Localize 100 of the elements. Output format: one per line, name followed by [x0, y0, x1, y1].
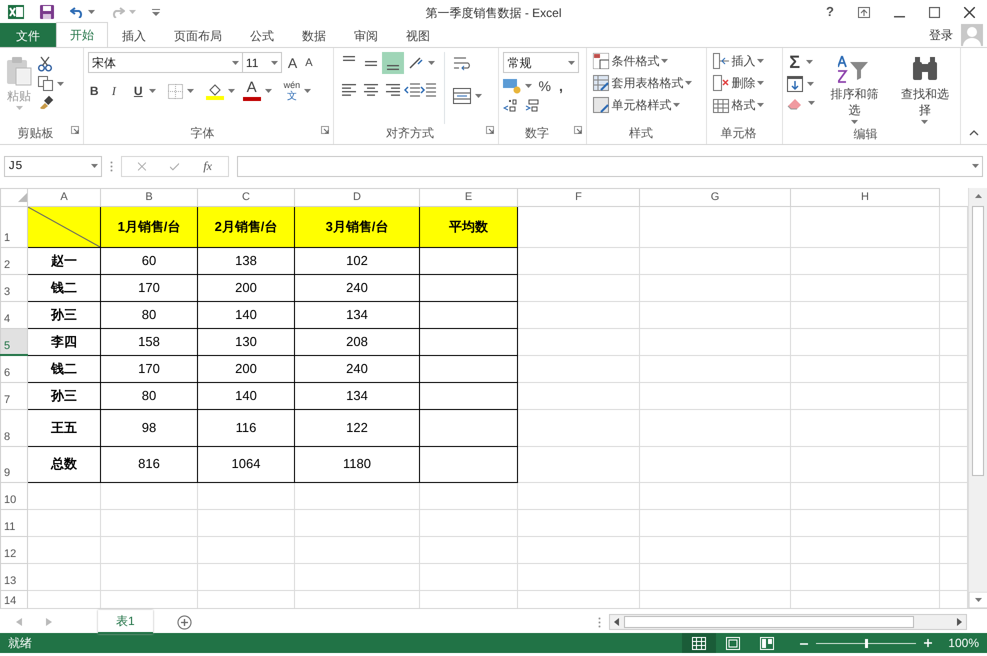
customize-toolbar-icon[interactable]: [152, 8, 160, 16]
copy-icon[interactable]: [38, 76, 53, 91]
row-header[interactable]: 4: [0, 301, 28, 328]
underline-button[interactable]: U: [132, 82, 145, 100]
bold-button[interactable]: B: [88, 82, 106, 100]
italic-button[interactable]: I: [110, 82, 128, 100]
column-header[interactable]: F: [518, 188, 640, 206]
column-header[interactable]: C: [198, 188, 294, 206]
ribbon-tab[interactable]: 文件: [0, 23, 56, 47]
autosum-button[interactable]: Σ: [787, 52, 802, 72]
decrease-indent-icon[interactable]: [404, 83, 420, 97]
fill-down-icon[interactable]: [787, 76, 804, 92]
ribbon-tab[interactable]: 开始: [56, 22, 108, 47]
column-header[interactable]: G: [640, 188, 790, 206]
fill-color-icon[interactable]: [206, 82, 224, 100]
insert-function-button[interactable]: fx: [203, 157, 212, 175]
increase-decimal-icon[interactable]: [503, 99, 518, 112]
styles-menu-button[interactable]: 套用表格格式: [591, 74, 702, 92]
collapse-ribbon-icon[interactable]: [969, 130, 979, 136]
ribbon-display-icon[interactable]: [858, 6, 870, 18]
sheet-tab[interactable]: 表1: [98, 610, 153, 634]
save-icon[interactable]: [40, 5, 54, 19]
dialog-launcher-icon[interactable]: [320, 126, 329, 134]
font-name-dropdown[interactable]: 宋体: [88, 52, 243, 73]
row-header[interactable]: 12: [0, 536, 28, 563]
sort-filter-button[interactable]: 排序和筛选: [823, 52, 886, 125]
name-box[interactable]: J5: [4, 156, 102, 176]
find-select-button[interactable]: 查找和选择: [894, 52, 956, 125]
help-button[interactable]: ?: [826, 2, 834, 22]
row-header[interactable]: 13: [0, 563, 28, 590]
percent-button[interactable]: %: [536, 77, 553, 95]
cells-menu-button[interactable]: 插入: [711, 52, 778, 70]
add-sheet-icon[interactable]: [176, 614, 192, 630]
phonetic-button[interactable]: wén 文: [284, 81, 300, 101]
column-header[interactable]: H: [790, 188, 940, 206]
undo-icon[interactable]: [70, 6, 84, 18]
ribbon-tab[interactable]: 审阅: [340, 23, 392, 47]
increase-indent-icon[interactable]: [420, 83, 436, 97]
grow-font-button[interactable]: A: [286, 54, 300, 72]
row-header[interactable]: 10: [0, 482, 28, 509]
formula-input[interactable]: [237, 156, 983, 176]
zoom-level-text[interactable]: 100%: [948, 634, 979, 652]
font-color-button[interactable]: A: [242, 81, 261, 101]
decrease-decimal-icon[interactable]: [525, 99, 540, 112]
sign-in-link[interactable]: 登录: [929, 26, 953, 44]
zoom-in-icon[interactable]: [924, 639, 932, 647]
border-icon[interactable]: [168, 84, 183, 98]
dialog-launcher-icon[interactable]: [574, 126, 582, 134]
maximize-icon[interactable]: [929, 6, 940, 18]
zoom-slider-thumb[interactable]: [865, 638, 868, 648]
column-header[interactable]: D: [294, 188, 420, 206]
row-header[interactable]: 8: [0, 409, 28, 446]
dialog-launcher-icon[interactable]: [70, 126, 79, 134]
row-header[interactable]: 11: [0, 509, 28, 536]
ribbon-tab[interactable]: 数据: [288, 23, 340, 47]
cell-style-icon: [593, 97, 610, 113]
row-header[interactable]: 7: [0, 382, 28, 409]
ribbon-tab[interactable]: 公式: [236, 23, 288, 47]
number-format-dropdown[interactable]: 常规: [503, 52, 580, 73]
font-size-dropdown[interactable]: 11: [242, 52, 282, 73]
wrap-text-icon[interactable]: [452, 56, 471, 72]
align-lines-icon: [386, 65, 399, 70]
vertical-align-button[interactable]: [382, 52, 404, 74]
cell-text: 170: [138, 360, 160, 376]
cut-icon[interactable]: [38, 56, 52, 72]
scroll-down-icon[interactable]: [969, 592, 987, 608]
scrollbar-thumb[interactable]: [972, 206, 984, 476]
column-header[interactable]: A: [28, 188, 100, 206]
cells-menu-button[interactable]: 格式: [711, 96, 778, 114]
caret-icon: [304, 89, 312, 93]
column-header[interactable]: E: [420, 188, 518, 206]
split-handle-icon[interactable]: [598, 616, 601, 628]
format-painter-icon[interactable]: [38, 95, 54, 109]
shrink-font-button[interactable]: A: [303, 54, 315, 72]
caret-icon: [270, 60, 278, 64]
column-header[interactable]: B: [100, 188, 198, 206]
cells-menu-button[interactable]: 删除: [711, 74, 778, 92]
view-button[interactable]: [682, 633, 716, 653]
row-header[interactable]: 5: [0, 328, 28, 355]
comma-button[interactable]: ,: [556, 77, 565, 95]
ribbon-tab[interactable]: 视图: [392, 23, 444, 47]
ribbon-tab[interactable]: 插入: [108, 23, 160, 47]
cell-text: 170: [138, 280, 160, 295]
caret-icon: [129, 10, 136, 14]
scrollbar-thumb[interactable]: [624, 616, 914, 628]
row-header[interactable]: 9: [0, 446, 28, 482]
drag-handle-icon[interactable]: [110, 160, 113, 172]
ribbon-tab[interactable]: 页面布局: [160, 23, 236, 47]
cell-text: 102: [346, 252, 368, 268]
styles-menu-button[interactable]: 单元格样式: [591, 96, 702, 114]
currency-icon[interactable]: [503, 78, 522, 94]
close-icon[interactable]: [964, 6, 975, 18]
merge-cells-icon[interactable]: [452, 88, 471, 104]
dialog-launcher-icon[interactable]: [486, 126, 494, 134]
row-header[interactable]: 6: [0, 355, 28, 382]
row-header[interactable]: 2: [0, 247, 28, 274]
styles-menu-button[interactable]: 条件格式: [591, 52, 702, 70]
row-header[interactable]: 3: [0, 274, 28, 301]
scroll-up-icon[interactable]: [974, 194, 982, 198]
text-orientation-icon[interactable]: [408, 56, 424, 70]
